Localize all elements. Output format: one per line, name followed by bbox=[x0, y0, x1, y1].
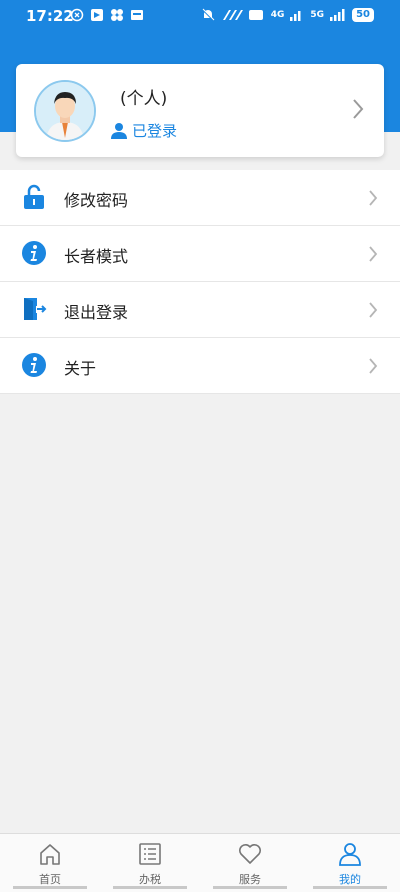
menu-item-about[interactable]: 关于 bbox=[0, 338, 400, 394]
hd-icon bbox=[248, 10, 263, 20]
tab-underline bbox=[313, 886, 387, 889]
user-icon bbox=[111, 122, 127, 139]
notification-icons bbox=[70, 8, 144, 22]
menu-item-label: 长者模式 bbox=[64, 247, 129, 266]
notification-app-icon bbox=[70, 8, 84, 22]
notification-app-icon bbox=[111, 9, 123, 21]
chevron-right-icon bbox=[369, 190, 378, 206]
tab-service[interactable]: 服务 bbox=[200, 834, 300, 892]
tab-label: 我的 bbox=[339, 873, 361, 886]
tab-underline bbox=[113, 886, 187, 889]
menu-item-elder-mode[interactable]: 长者模式 bbox=[0, 226, 400, 282]
chevron-right-icon bbox=[369, 246, 378, 262]
login-status: 已登录 bbox=[110, 120, 177, 141]
status-time: 17:22 bbox=[26, 7, 74, 25]
tab-underline bbox=[213, 886, 287, 889]
login-status-label: 已登录 bbox=[132, 122, 178, 140]
info-icon bbox=[22, 241, 46, 265]
tab-home[interactable]: 首页 bbox=[0, 834, 100, 892]
menu-item-label: 退出登录 bbox=[64, 303, 129, 322]
list-icon bbox=[139, 843, 161, 865]
network-label-2: 5G bbox=[310, 10, 325, 20]
battery-indicator: 50 bbox=[352, 8, 374, 22]
avatar bbox=[34, 80, 96, 142]
tab-underline bbox=[13, 886, 87, 889]
tab-label: 服务 bbox=[239, 873, 261, 886]
tab-tax[interactable]: 办税 bbox=[100, 834, 200, 892]
settings-menu: 修改密码 长者模式 退出登录 关于 bbox=[0, 170, 400, 394]
chevron-right-icon bbox=[369, 358, 378, 374]
info-icon bbox=[22, 353, 46, 377]
lock-icon bbox=[24, 184, 44, 209]
signal-icon bbox=[330, 9, 345, 21]
menu-item-label: 关于 bbox=[64, 359, 97, 378]
chevron-right-icon bbox=[369, 302, 378, 318]
system-icons: 4G 5G 50 bbox=[201, 8, 374, 22]
heart-icon bbox=[239, 844, 261, 864]
menu-item-change-password[interactable]: 修改密码 bbox=[0, 170, 400, 226]
signal-icon bbox=[290, 11, 301, 21]
home-icon bbox=[40, 844, 60, 865]
tab-mine[interactable]: 我的 bbox=[300, 834, 400, 892]
menu-item-label: 修改密码 bbox=[64, 191, 129, 210]
notification-app-icon bbox=[131, 10, 143, 20]
user-icon bbox=[339, 843, 361, 866]
tab-label: 首页 bbox=[39, 873, 61, 886]
chevron-right-icon bbox=[353, 99, 364, 119]
user-avatar-icon bbox=[36, 82, 94, 140]
network-label: 4G bbox=[270, 10, 285, 20]
bottom-tab-bar: 首页 办税 服务 我的 bbox=[0, 833, 400, 892]
menu-item-logout[interactable]: 退出登录 bbox=[0, 282, 400, 338]
logout-door-icon bbox=[24, 298, 47, 320]
notification-app-icon bbox=[91, 9, 103, 21]
profile-name: (个人) bbox=[120, 89, 168, 109]
profile-card[interactable]: (个人) 已登录 bbox=[16, 64, 384, 157]
tab-label: 办税 bbox=[139, 873, 161, 886]
wifi-icon bbox=[222, 10, 243, 20]
status-bar: 17:22 4G 5G 50 bbox=[0, 0, 400, 32]
mute-bell-icon bbox=[201, 8, 215, 22]
